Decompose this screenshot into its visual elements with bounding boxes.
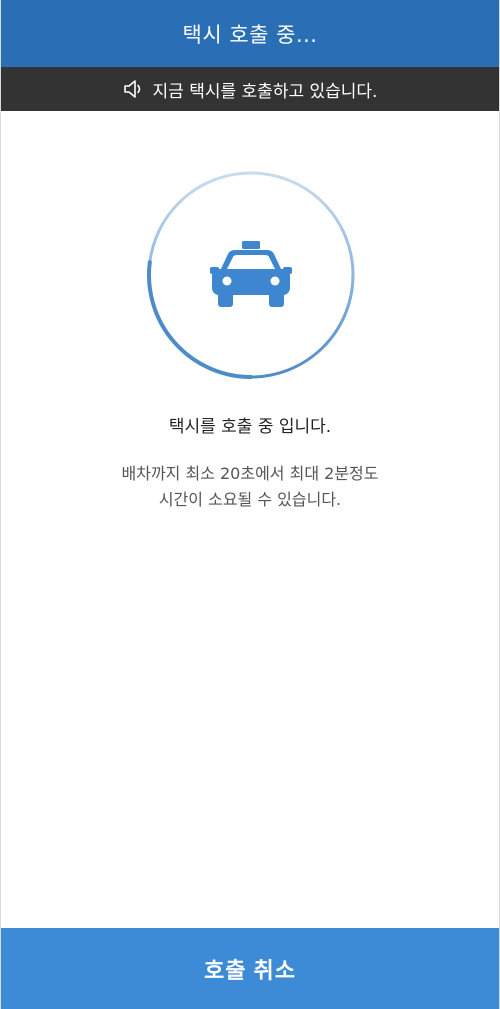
app-header: 택시 호출 중... xyxy=(1,0,499,67)
status-message: 택시를 호출 중 입니다. xyxy=(168,417,332,437)
cancel-call-label: 호출 취소 xyxy=(203,957,297,983)
notice-bar: 지금 택시를 호출하고 있습니다. xyxy=(1,67,499,111)
info-line-2: 시간이 소요될 수 있습니다. xyxy=(158,490,342,509)
notice-text: 지금 택시를 호출하고 있습니다. xyxy=(152,81,378,102)
info-message: 배차까지 최소 20초에서 최대 2분정도 시간이 소요될 수 있습니다. xyxy=(1,461,499,513)
taxi-icon xyxy=(210,241,292,307)
info-line-1: 배차까지 최소 20초에서 최대 2분정도 xyxy=(121,464,379,483)
speaker-icon xyxy=(123,79,145,99)
page-title: 택시 호출 중... xyxy=(182,22,318,47)
cancel-call-button[interactable]: 호출 취소 xyxy=(1,928,499,1009)
taxi-call-screen: 택시 호출 중... 지금 택시를 호출하고 있습니다. 택시를 호출 중 입니… xyxy=(0,0,500,1009)
